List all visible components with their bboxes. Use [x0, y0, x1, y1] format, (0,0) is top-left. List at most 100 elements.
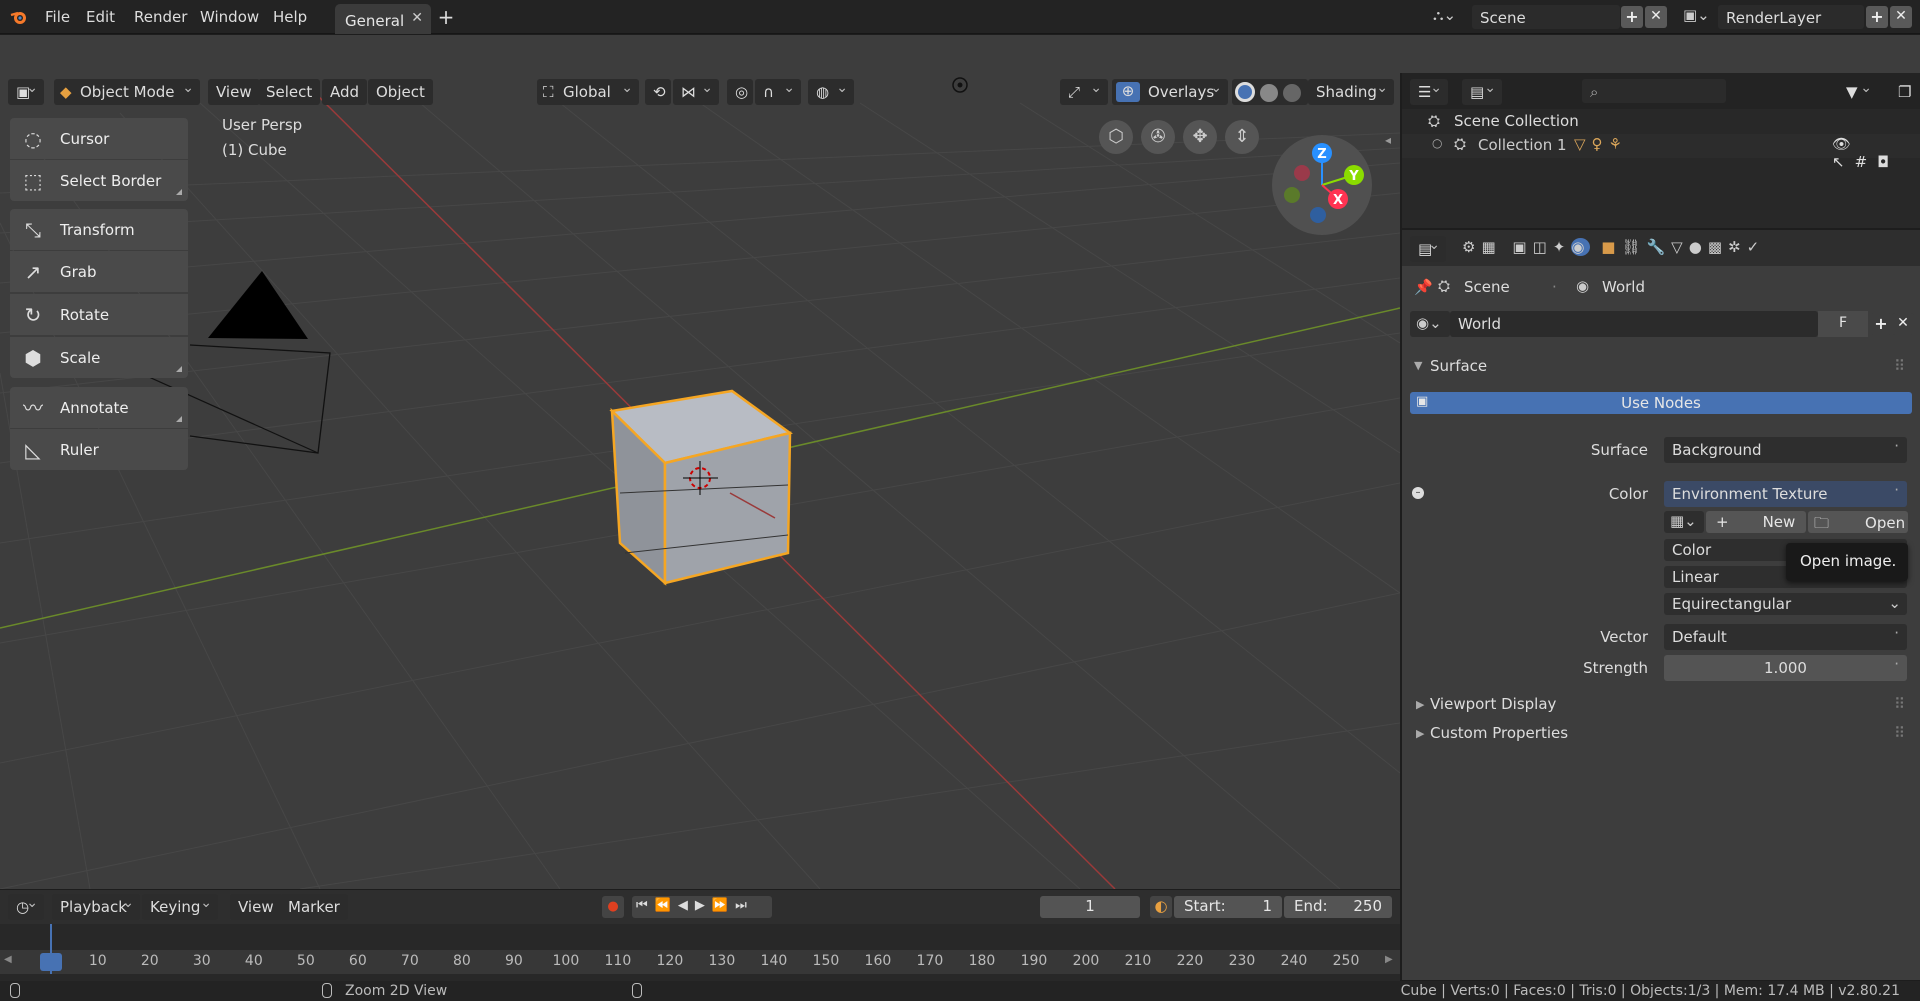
drag-handle-icon[interactable]: ⠿	[1894, 695, 1905, 713]
pin-icon[interactable]: 📌	[1414, 278, 1433, 296]
drag-handle-icon[interactable]: ⠿	[1894, 357, 1905, 375]
display-mode-icon[interactable]: ▤	[1462, 79, 1502, 105]
pivot-icon[interactable]: ⟲	[645, 79, 671, 105]
unlink-world-button[interactable]: ✕	[1892, 313, 1914, 335]
shading-modes[interactable]	[1232, 79, 1308, 105]
proportional-icon[interactable]: ◎	[727, 79, 753, 105]
eye-icon[interactable]: 👁	[1832, 135, 1861, 153]
restrict-toggles[interactable]: 👁↖#◘	[1832, 135, 1920, 171]
tool-tab-icon[interactable]: ⚙	[1462, 238, 1481, 256]
world-tab-icon[interactable]: ◉	[1571, 238, 1591, 256]
material-shading-icon[interactable]	[1259, 84, 1278, 102]
visibility-icon[interactable]: ◍	[808, 79, 854, 105]
particles-tab-icon[interactable]: ✲	[1728, 238, 1747, 256]
tool-annotate[interactable]: 〰 Annotate	[10, 387, 188, 428]
expand-viewport-display-icon[interactable]: ▶	[1416, 698, 1424, 711]
playhead-marker[interactable]	[40, 953, 62, 971]
drag-handle-icon[interactable]: ⠿	[1894, 724, 1905, 742]
close-tab-icon[interactable]: ✕	[411, 10, 423, 26]
menu-add[interactable]: Add	[322, 79, 368, 105]
open-image-button[interactable]: 🗀 Open	[1808, 511, 1908, 533]
collapse-surface-icon[interactable]: ▼	[1414, 359, 1422, 372]
start-frame-field[interactable]: Start: 1	[1174, 896, 1282, 918]
tool-rotate[interactable]: ↻ Rotate	[10, 294, 188, 335]
new-collection-icon[interactable]: ❐	[1890, 79, 1916, 105]
scroll-right-icon[interactable]: ▶	[1385, 954, 1393, 965]
scene-browse-icon[interactable]: ⛬⌄	[1433, 6, 1469, 28]
jump-start-icon[interactable]: ⏮	[636, 898, 655, 913]
properties-editor-type-icon[interactable]: ▤	[1410, 236, 1446, 262]
use-nodes-button[interactable]: ▣ Use Nodes	[1410, 392, 1912, 414]
physics-tab-icon[interactable]: ✓	[1747, 238, 1766, 256]
shading-dropdown[interactable]: Shading	[1308, 79, 1394, 105]
preview-range-icon[interactable]: ◐	[1150, 896, 1172, 918]
viewport-display-panel[interactable]: Viewport Display	[1430, 695, 1556, 713]
play-icon[interactable]: ▶	[695, 898, 712, 913]
fake-user-button[interactable]: F	[1818, 311, 1868, 337]
tool-grab[interactable]: ↗ Grab	[10, 251, 188, 292]
tool-transform[interactable]: ⤡ Transform	[10, 209, 188, 250]
3d-viewport[interactable]: ▣ ◆ Object Mode View Select Add Object ⛶ G…	[0, 73, 1400, 889]
menu-select[interactable]: Select	[258, 79, 321, 105]
material-tab-icon[interactable]: ●	[1689, 238, 1708, 256]
object-tab-icon[interactable]: ■	[1601, 238, 1621, 256]
menu-edit[interactable]: Edit	[86, 8, 115, 26]
delete-scene-button[interactable]: ✕	[1645, 6, 1667, 28]
playback-controls[interactable]: ⏮⏪◀▶⏩⏭	[632, 896, 772, 918]
world-browse-icon[interactable]: ◉⌄	[1410, 311, 1450, 337]
jump-keyframe-forward-icon[interactable]: ⏩	[712, 898, 735, 913]
delete-render-layer-button[interactable]: ✕	[1890, 6, 1912, 28]
new-world-button[interactable]: +	[1870, 313, 1892, 335]
orientation-dropdown[interactable]: ⛶ Global	[537, 79, 639, 105]
view-layer-tab-icon[interactable]: ◫	[1533, 238, 1553, 256]
blender-logo-icon[interactable]	[9, 7, 29, 27]
falloff-icon[interactable]: ∩	[755, 79, 801, 105]
snap-icon[interactable]: ⋈	[673, 79, 719, 105]
record-button[interactable]: ●	[602, 896, 624, 918]
menu-view[interactable]: View	[208, 79, 260, 105]
render-layer-browse-icon[interactable]: ▣⌄	[1683, 6, 1717, 28]
menu-playback[interactable]: Playback	[52, 894, 140, 920]
unlink-node-icon[interactable]: –	[1412, 487, 1424, 499]
toggle-camera-view-icon[interactable]: ⬡	[1099, 120, 1133, 154]
gizmo-toggle-icon[interactable]: ⤢	[1060, 79, 1108, 105]
scene-name-field[interactable]: Scene	[1472, 5, 1620, 29]
select-toggle-icon[interactable]: ↖	[1832, 153, 1855, 171]
new-scene-button[interactable]: +	[1621, 6, 1643, 28]
scene-collection-item[interactable]: Scene Collection	[1454, 112, 1579, 130]
filter-icon[interactable]: ▼	[1838, 79, 1878, 105]
pan-view-icon[interactable]: ✥	[1183, 120, 1217, 154]
current-frame-field[interactable]: 1	[1040, 896, 1140, 918]
render-toggle-icon[interactable]: ◘	[1877, 153, 1899, 171]
world-name-field[interactable]: World	[1450, 311, 1818, 337]
strength-field[interactable]: 1.000	[1664, 655, 1907, 681]
scroll-left-icon[interactable]: ◀	[4, 954, 12, 965]
outliner-search-input[interactable]: ⌕	[1582, 79, 1726, 103]
overlays-dropdown[interactable]: ⊕ Overlays	[1112, 79, 1228, 105]
end-frame-field[interactable]: End: 250	[1284, 896, 1392, 918]
camera-icon[interactable]: ✇	[1141, 120, 1175, 154]
expand-icon[interactable]: ○	[1432, 136, 1442, 150]
scene-tab-icon[interactable]: ✦	[1553, 238, 1572, 256]
data-tab-icon[interactable]: ▽	[1671, 238, 1689, 256]
output-tab-icon[interactable]: ▣	[1512, 238, 1532, 256]
texture-tab-icon[interactable]: ▩	[1708, 238, 1728, 256]
timeline-ruler[interactable]: ◀ ▶ 110203040506070809010011012013014015…	[0, 950, 1400, 974]
tool-scale[interactable]: ⬢ Scale	[10, 337, 188, 378]
tool-select-border[interactable]: ⬚ Select Border	[10, 160, 188, 201]
new-render-layer-button[interactable]: +	[1866, 6, 1888, 28]
navigation-gizmo[interactable]: Z Y X	[1270, 133, 1374, 237]
jump-keyframe-back-icon[interactable]: ⏪	[655, 898, 678, 913]
image-browse-icon[interactable]: ▦⌄	[1664, 511, 1704, 533]
surface-dropdown[interactable]: Background	[1664, 437, 1907, 463]
outliner-editor-type-icon[interactable]: ☰	[1410, 79, 1448, 105]
menu-render[interactable]: Render	[134, 8, 187, 26]
render-tab-icon[interactable]: ▦	[1481, 238, 1501, 256]
zoom-view-icon[interactable]: ⇕	[1225, 120, 1259, 154]
play-reverse-icon[interactable]: ◀	[678, 898, 695, 913]
tool-cursor[interactable]: ◌ Cursor	[10, 118, 188, 159]
projection-dropdown[interactable]: Equirectangular ⌄	[1664, 593, 1907, 615]
menu-marker[interactable]: Marker	[280, 894, 348, 920]
surface-panel-header[interactable]: Surface	[1430, 357, 1487, 375]
rendered-shading-icon[interactable]	[1282, 84, 1301, 102]
